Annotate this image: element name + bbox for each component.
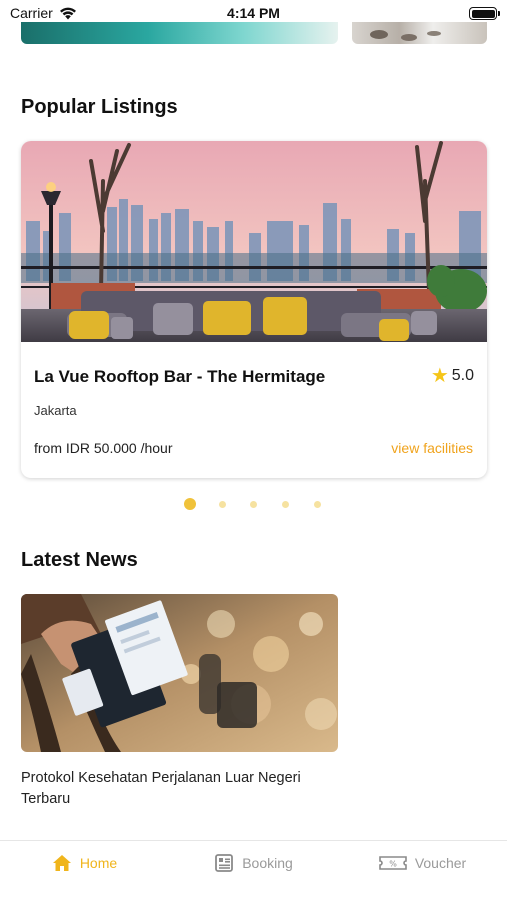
listing-name[interactable]: La Vue Rooftop Bar - The Hermitage: [34, 367, 325, 387]
carousel-dot[interactable]: [219, 500, 226, 508]
voucher-icon: %: [379, 855, 407, 870]
listing-price: from IDR 50.000 /hour: [34, 440, 173, 456]
tab-booking[interactable]: Booking: [169, 841, 338, 900]
news-headline[interactable]: Protokol Kesehatan Perjalanan Luar Neger…: [21, 768, 341, 810]
bottom-tab-bar: Home Booking % Voucher: [0, 840, 507, 900]
rooftop-bar-photo: [21, 141, 487, 342]
rating-value: 5.0: [451, 367, 474, 384]
svg-text:%: %: [389, 859, 397, 868]
latest-news-title: Latest News: [21, 549, 138, 571]
carousel-dot[interactable]: [314, 500, 321, 508]
listing-rating: ★ 5.0: [431, 366, 474, 386]
tab-booking-label: Booking: [242, 854, 293, 871]
carousel-dot[interactable]: [282, 500, 289, 508]
carousel-dot[interactable]: [184, 498, 196, 510]
tab-voucher[interactable]: % Voucher: [338, 841, 507, 900]
wifi-icon: [59, 7, 76, 19]
view-facilities-link[interactable]: view facilities: [391, 440, 473, 456]
status-bar: Carrier 4:14 PM: [0, 0, 507, 26]
listing-city: Jakarta: [34, 403, 77, 418]
popular-listings-title: Popular Listings: [21, 96, 178, 118]
listing-card[interactable]: La Vue Rooftop Bar - The Hermitage ★ 5.0…: [21, 141, 487, 478]
tab-home[interactable]: Home: [0, 841, 169, 900]
carousel-pagination: [0, 497, 507, 511]
tab-home-label: Home: [79, 854, 118, 871]
tab-voucher-label: Voucher: [414, 854, 467, 871]
traveler-passport-photo[interactable]: [21, 594, 338, 752]
home-icon: [52, 854, 71, 871]
star-icon: ★: [430, 365, 449, 387]
carrier-label: Carrier: [10, 5, 53, 21]
battery-icon: [469, 7, 500, 20]
booking-icon: [215, 853, 234, 872]
carousel-dot[interactable]: [250, 500, 257, 508]
carrier-info: Carrier: [10, 5, 77, 21]
